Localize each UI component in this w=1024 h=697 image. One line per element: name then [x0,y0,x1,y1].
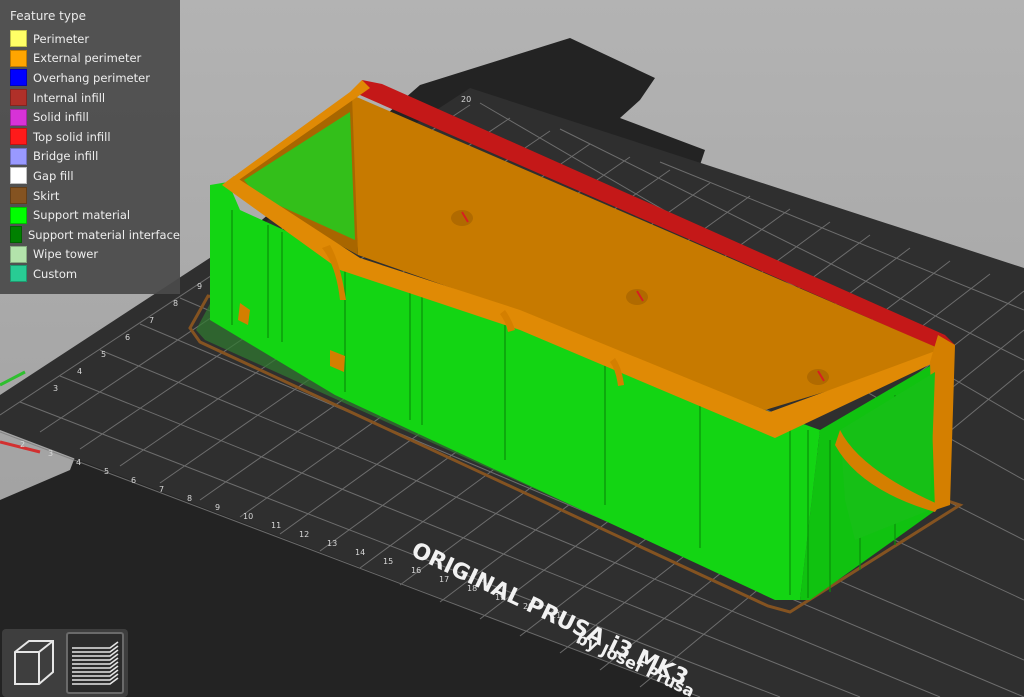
legend-swatch [10,128,27,146]
y-tick: 5 [101,350,106,359]
legend-label: Top solid infill [33,129,111,144]
legend-title: Feature type [10,9,86,23]
legend-swatch [10,49,27,67]
legend-swatch [10,206,27,224]
legend-item: Top solid infill [10,127,180,147]
legend-item: Overhang perimeter [10,68,180,88]
x-tick: 5 [104,467,109,476]
legend-item: External perimeter [10,49,180,69]
x-tick: 15 [383,557,393,566]
legend-item: Custom [10,264,180,284]
x-tick: 4 [76,458,81,467]
legend-swatch [10,187,27,205]
x-tick: 7 [159,485,164,494]
x-tick: 16 [411,566,421,575]
x-tick: 8 [187,494,192,503]
y-tick: 9 [197,282,202,291]
legend-label: Gap fill [33,168,74,183]
y-tick: 4 [77,367,82,376]
x-tick: 10 [243,512,253,521]
y-tick: 7 [149,316,154,325]
legend-swatch [10,69,27,87]
legend-item: Gap fill [10,166,180,186]
layers-icon [72,641,119,685]
x-tick: 11 [271,521,281,530]
y-tick: 6 [125,333,130,342]
legend-label: Wipe tower [33,247,99,262]
y-tick: 20 [461,95,471,104]
legend-label: Support material [33,208,131,223]
legend-swatch [10,167,27,185]
legend-swatch [10,226,22,244]
view-toggle [2,629,128,697]
x-tick: 13 [327,539,337,548]
legend-item: Solid infill [10,107,180,127]
legend-item: Support material [10,205,180,225]
legend-item: Bridge infill [10,147,180,167]
legend-label: Solid infill [33,110,89,125]
legend-item: Wipe tower [10,245,180,265]
legend-item: Perimeter [10,29,180,49]
legend-swatch [10,265,27,283]
feature-type-legend: Feature type Perimeter External perimete… [0,0,180,294]
x-tick: 2 [20,440,25,449]
x-tick: 9 [215,503,220,512]
x-tick: 14 [355,548,365,557]
legend-swatch [10,30,27,48]
x-tick: 6 [131,476,136,485]
legend-item: Support material interface [10,225,180,245]
legend-item: Skirt [10,186,180,206]
legend-label: Custom [33,266,78,281]
legend-swatch [10,89,27,107]
legend-label: Support material interface [27,227,180,242]
legend-label: Skirt [33,188,60,203]
legend-label: Internal infill [33,90,106,105]
layers-preview-button[interactable] [66,632,124,694]
legend-label: Perimeter [33,31,90,46]
3d-view-button[interactable] [5,632,63,694]
legend-label: Bridge infill [33,149,99,164]
cube-icon [14,640,54,685]
legend-item: Internal infill [10,88,180,108]
y-tick: 3 [53,384,58,393]
x-tick: 3 [48,449,53,458]
legend-swatch [10,108,27,126]
legend-label: External perimeter [33,51,142,66]
legend-swatch [10,245,27,263]
legend-label: Overhang perimeter [33,70,150,85]
x-tick: 12 [299,530,309,539]
y-tick: 8 [173,299,178,308]
legend-swatch [10,147,27,165]
